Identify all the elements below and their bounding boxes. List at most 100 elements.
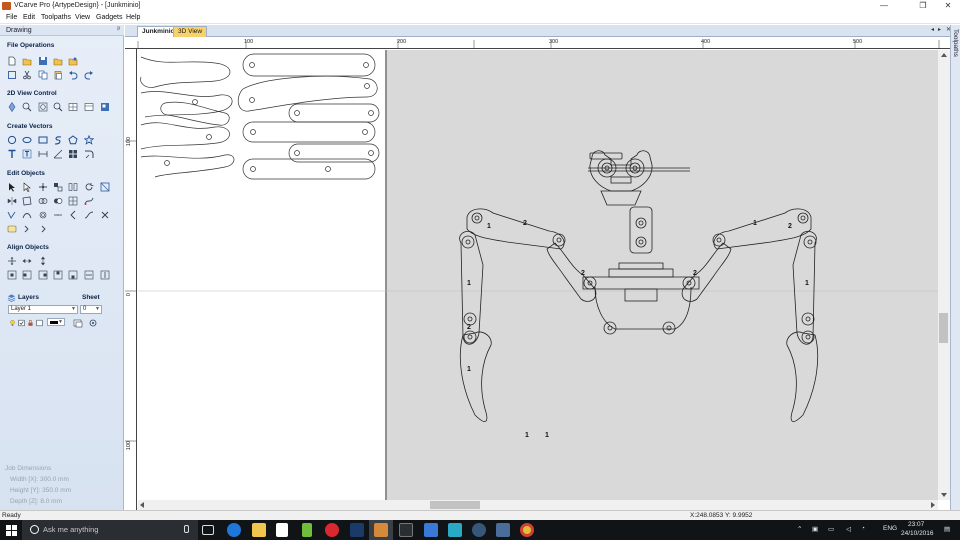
app-icon-triangle[interactable] <box>448 523 462 537</box>
align-icon[interactable] <box>53 182 63 192</box>
dimension-angle-icon[interactable] <box>53 149 63 159</box>
lock-icon[interactable] <box>27 318 34 328</box>
checkbox-icon[interactable] <box>18 318 25 328</box>
menu-view[interactable]: View <box>73 13 92 22</box>
nest-icon[interactable] <box>7 224 17 234</box>
language-indicator[interactable]: ENG <box>883 525 897 532</box>
file-explorer-icon[interactable] <box>252 523 266 537</box>
pan-icon[interactable] <box>7 102 17 112</box>
smooth-icon[interactable] <box>84 210 94 220</box>
media-app-icon[interactable] <box>325 523 339 537</box>
new-file-icon[interactable] <box>7 56 17 66</box>
align-vertical-icon[interactable] <box>38 256 48 266</box>
view-3d-icon[interactable] <box>100 102 110 112</box>
menu-edit[interactable]: Edit <box>21 13 37 22</box>
undo-icon[interactable] <box>68 70 78 80</box>
tray-up-icon[interactable]: ⌃ <box>797 525 802 533</box>
open-folder-icon[interactable] <box>22 56 32 66</box>
layer-settings-icon[interactable] <box>88 318 98 328</box>
trim-icon[interactable] <box>22 210 32 220</box>
align-page-center-icon[interactable] <box>7 270 17 280</box>
zoom-extents-icon[interactable] <box>38 102 48 112</box>
array-tool-icon[interactable] <box>68 149 78 159</box>
space-vertical-icon[interactable] <box>100 270 110 280</box>
bridge-right-icon[interactable] <box>38 224 48 234</box>
align-bottom-icon[interactable] <box>68 270 78 280</box>
clock-date[interactable]: 24/10/2016 <box>901 530 934 537</box>
network-icon[interactable]: ▣ <box>812 525 818 533</box>
offset-icon[interactable] <box>38 210 48 220</box>
vertical-scrollbar[interactable] <box>938 50 950 500</box>
polyline-tool-icon[interactable] <box>53 135 63 145</box>
clock-time[interactable]: 23:07 <box>908 521 924 528</box>
tab-nav-right[interactable]: ▸ <box>938 26 941 33</box>
align-top-icon[interactable] <box>53 270 63 280</box>
steam-icon[interactable] <box>472 523 486 537</box>
menu-toolpaths[interactable]: Toolpaths <box>39 13 73 22</box>
start-button[interactable] <box>0 520 22 540</box>
import-icon[interactable] <box>68 56 78 66</box>
view-grid-icon[interactable] <box>68 102 78 112</box>
menu-gadgets[interactable]: Gadgets <box>94 13 124 22</box>
curve-fit-icon[interactable] <box>68 210 78 220</box>
chrome-icon[interactable] <box>520 523 534 537</box>
paste-icon[interactable] <box>53 70 63 80</box>
minimize-button[interactable]: — <box>874 0 894 12</box>
save-icon[interactable] <box>38 56 48 66</box>
microphone-icon[interactable] <box>184 525 189 533</box>
open-recent-icon[interactable] <box>53 56 63 66</box>
view-layout-icon[interactable] <box>84 102 94 112</box>
space-horizontal-icon[interactable] <box>84 270 94 280</box>
group-icon[interactable] <box>68 182 78 192</box>
message-icon[interactable]: ▭ <box>828 525 834 533</box>
weld-icon[interactable] <box>38 196 48 206</box>
rectangle-tool-icon[interactable] <box>38 135 48 145</box>
edge-browser-icon[interactable] <box>227 523 241 537</box>
distort-icon[interactable] <box>22 196 32 206</box>
menu-help[interactable]: Help <box>124 13 142 22</box>
redo-icon[interactable] <box>84 70 94 80</box>
star-tool-icon[interactable] <box>84 135 94 145</box>
drawing-canvas[interactable]: 100 200 300 400 500 100 0 100 1 2 1 2 1 … <box>125 37 950 510</box>
align-horizontal-icon[interactable] <box>22 256 32 266</box>
inkscape-icon[interactable] <box>399 523 413 537</box>
taskbar-search[interactable]: Ask me anything <box>22 520 198 540</box>
join-vectors-icon[interactable] <box>84 196 94 206</box>
app-icon-chart[interactable] <box>496 523 510 537</box>
tab-3d-view[interactable]: 3D View <box>173 26 208 37</box>
close-vector-icon[interactable] <box>53 210 63 220</box>
layer-checkbox-icon[interactable] <box>36 318 43 328</box>
maximize-button[interactable]: ❐ <box>913 0 933 12</box>
job-setup-icon[interactable] <box>7 70 17 80</box>
close-button[interactable]: ✕ <box>938 0 958 12</box>
dimension-tool-icon[interactable] <box>38 149 48 159</box>
photoshop-icon[interactable] <box>350 523 364 537</box>
horizontal-scrollbar[interactable] <box>138 500 938 510</box>
wifi-icon[interactable]: ◔ <box>861 525 865 532</box>
rotate-icon[interactable] <box>84 182 94 192</box>
vcarve-icon[interactable] <box>374 523 388 537</box>
fillet-tool-icon[interactable] <box>84 149 94 159</box>
action-center-icon[interactable]: ▤ <box>944 525 950 533</box>
copy-icon[interactable] <box>38 70 48 80</box>
fillet-edit-icon[interactable] <box>7 210 17 220</box>
align-center-icon[interactable] <box>7 256 17 266</box>
cut-icon[interactable] <box>22 70 32 80</box>
polygon-tool-icon[interactable] <box>68 135 78 145</box>
vertical-scroll-thumb[interactable] <box>939 313 948 343</box>
text-on-curve-icon[interactable] <box>22 149 32 159</box>
store-icon[interactable] <box>276 523 288 537</box>
scale-icon[interactable] <box>100 182 110 192</box>
layer-manager-icon[interactable] <box>73 318 83 328</box>
intersect-icon[interactable] <box>68 196 78 206</box>
align-right-icon[interactable] <box>38 270 48 280</box>
circle-tool-icon[interactable] <box>7 135 17 145</box>
select-arrow-icon[interactable] <box>7 182 17 192</box>
align-left-icon[interactable] <box>22 270 32 280</box>
cut-vector-icon[interactable] <box>100 210 110 220</box>
lightbulb-icon[interactable] <box>9 318 16 328</box>
android-app-icon[interactable] <box>302 523 312 537</box>
app-icon-grid[interactable] <box>424 523 438 537</box>
layer-color-select[interactable]: ▼ <box>47 318 65 326</box>
drawing-area[interactable]: 1 2 1 2 1 2 1 1 2 1 2 1 <box>125 37 950 510</box>
